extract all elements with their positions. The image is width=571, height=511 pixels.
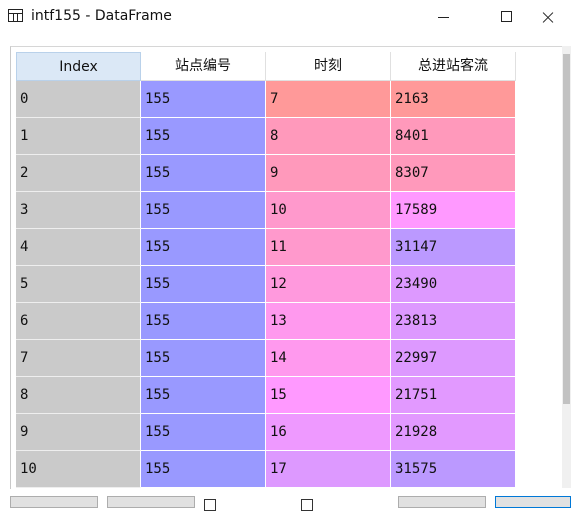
column-header-index[interactable]: Index bbox=[16, 52, 141, 81]
index-cell[interactable]: 9 bbox=[16, 414, 141, 451]
total-inbound-cell[interactable]: 31575 bbox=[391, 451, 516, 488]
table-row: 10 155 17 31575 bbox=[16, 451, 516, 488]
maximize-button[interactable] bbox=[483, 0, 529, 35]
index-cell[interactable]: 2 bbox=[16, 155, 141, 192]
station-id-cell[interactable]: 155 bbox=[141, 377, 266, 414]
station-id-cell[interactable]: 155 bbox=[141, 192, 266, 229]
toolbar-button-4[interactable] bbox=[495, 496, 571, 508]
vertical-scrollbar[interactable] bbox=[562, 46, 571, 488]
toolbar-button-1[interactable] bbox=[10, 496, 98, 508]
title-bar: intf155 - DataFrame bbox=[0, 0, 571, 35]
window-title: intf155 - DataFrame bbox=[31, 8, 172, 24]
station-id-cell[interactable]: 155 bbox=[141, 266, 266, 303]
bottom-toolbar bbox=[0, 490, 571, 511]
dataframe-table[interactable]: Index 站点编号 时刻 总进站客流 0 155 7 2163 1 155 8 8401 2 1… bbox=[10, 46, 563, 489]
total-inbound-cell[interactable]: 21751 bbox=[391, 377, 516, 414]
time-cell[interactable]: 10 bbox=[266, 192, 391, 229]
index-cell[interactable]: 7 bbox=[16, 340, 141, 377]
station-id-cell[interactable]: 155 bbox=[141, 229, 266, 266]
station-id-cell[interactable]: 155 bbox=[141, 81, 266, 118]
time-cell[interactable]: 14 bbox=[266, 340, 391, 377]
index-cell[interactable]: 5 bbox=[16, 266, 141, 303]
station-id-cell[interactable]: 155 bbox=[141, 414, 266, 451]
table-row: 7 155 14 22997 bbox=[16, 340, 516, 377]
time-cell[interactable]: 8 bbox=[266, 118, 391, 155]
index-cell[interactable]: 1 bbox=[16, 118, 141, 155]
time-cell[interactable]: 12 bbox=[266, 266, 391, 303]
time-cell[interactable]: 9 bbox=[266, 155, 391, 192]
table-row: 2 155 9 8307 bbox=[16, 155, 516, 192]
table-row: 6 155 13 23813 bbox=[16, 303, 516, 340]
total-inbound-cell[interactable]: 23490 bbox=[391, 266, 516, 303]
table-row: 8 155 15 21751 bbox=[16, 377, 516, 414]
checkbox-1[interactable] bbox=[204, 499, 216, 511]
station-id-cell[interactable]: 155 bbox=[141, 451, 266, 488]
close-button[interactable] bbox=[530, 0, 571, 35]
minimize-button[interactable] bbox=[425, 0, 471, 35]
index-cell[interactable]: 3 bbox=[16, 192, 141, 229]
time-cell[interactable]: 15 bbox=[266, 377, 391, 414]
table-row: 4 155 11 31147 bbox=[16, 229, 516, 266]
table-row: 3 155 10 17589 bbox=[16, 192, 516, 229]
index-cell[interactable]: 10 bbox=[16, 451, 141, 488]
total-inbound-cell[interactable]: 22997 bbox=[391, 340, 516, 377]
time-cell[interactable]: 16 bbox=[266, 414, 391, 451]
table-icon bbox=[8, 9, 23, 22]
index-cell[interactable]: 4 bbox=[16, 229, 141, 266]
index-cell[interactable]: 6 bbox=[16, 303, 141, 340]
toolbar-button-3[interactable] bbox=[398, 496, 486, 508]
column-header-total-inbound[interactable]: 总进站客流 bbox=[391, 52, 516, 81]
table-row: 1 155 8 8401 bbox=[16, 118, 516, 155]
time-cell[interactable]: 7 bbox=[266, 81, 391, 118]
time-cell[interactable]: 11 bbox=[266, 229, 391, 266]
total-inbound-cell[interactable]: 23813 bbox=[391, 303, 516, 340]
time-cell[interactable]: 13 bbox=[266, 303, 391, 340]
time-cell[interactable]: 17 bbox=[266, 451, 391, 488]
table-row: 9 155 16 21928 bbox=[16, 414, 516, 451]
table-row: 0 155 7 2163 bbox=[16, 81, 516, 118]
total-inbound-cell[interactable]: 2163 bbox=[391, 81, 516, 118]
total-inbound-cell[interactable]: 21928 bbox=[391, 414, 516, 451]
station-id-cell[interactable]: 155 bbox=[141, 340, 266, 377]
column-header-station-id[interactable]: 站点编号 bbox=[141, 52, 266, 81]
station-id-cell[interactable]: 155 bbox=[141, 303, 266, 340]
total-inbound-cell[interactable]: 8307 bbox=[391, 155, 516, 192]
station-id-cell[interactable]: 155 bbox=[141, 118, 266, 155]
station-id-cell[interactable]: 155 bbox=[141, 155, 266, 192]
toolbar-button-2[interactable] bbox=[107, 496, 195, 508]
scrollbar-thumb[interactable] bbox=[563, 54, 570, 404]
column-header-time[interactable]: 时刻 bbox=[266, 52, 391, 81]
total-inbound-cell[interactable]: 8401 bbox=[391, 118, 516, 155]
index-cell[interactable]: 0 bbox=[16, 81, 141, 118]
checkbox-2[interactable] bbox=[301, 499, 313, 511]
index-cell[interactable]: 8 bbox=[16, 377, 141, 414]
total-inbound-cell[interactable]: 17589 bbox=[391, 192, 516, 229]
total-inbound-cell[interactable]: 31147 bbox=[391, 229, 516, 266]
table-row: 5 155 12 23490 bbox=[16, 266, 516, 303]
